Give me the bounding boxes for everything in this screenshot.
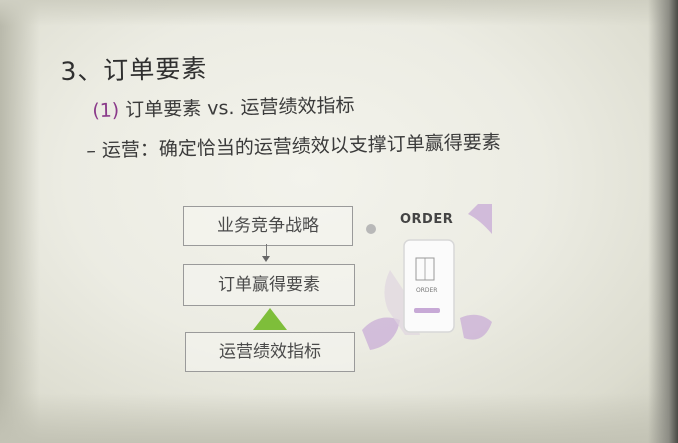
slide-title: 3、订单要素 (60, 53, 208, 86)
phone-button (414, 308, 440, 313)
flow-box-performance: 运营绩效指标 (185, 332, 355, 372)
purple-blob-right (460, 314, 492, 340)
screen-right-edge (648, 0, 678, 443)
purple-blob-left (362, 317, 400, 350)
flow-arrow-down-icon (262, 256, 270, 262)
flow-box-order-winners: 订单赢得要素 (183, 264, 355, 306)
subtitle-text: 订单要素 vs. 运营绩效指标 (118, 94, 355, 122)
flow-box-strategy: 业务竞争战略 (183, 206, 353, 246)
slide-bullet-point: – 运营：确定恰当的运营绩效以支撑订单赢得要素 (86, 131, 502, 162)
grey-dot-icon (366, 224, 376, 234)
left-shade (0, 0, 40, 443)
bottom-shade (0, 393, 678, 443)
purple-corner-shape (468, 204, 492, 234)
slide-subtitle: (1) 订单要素 vs. 运营绩效指标 (92, 91, 355, 123)
green-triangle-up-icon (253, 308, 287, 330)
phone-order-text: ORDER (416, 287, 437, 294)
top-shade (0, 0, 678, 26)
order-label: ORDER (400, 212, 454, 227)
phone-icon (403, 239, 455, 333)
subtitle-number: (1) (92, 99, 120, 122)
projected-slide: 3、订单要素 (1) 订单要素 vs. 运营绩效指标 – 运营：确定恰当的运营绩… (0, 0, 678, 443)
